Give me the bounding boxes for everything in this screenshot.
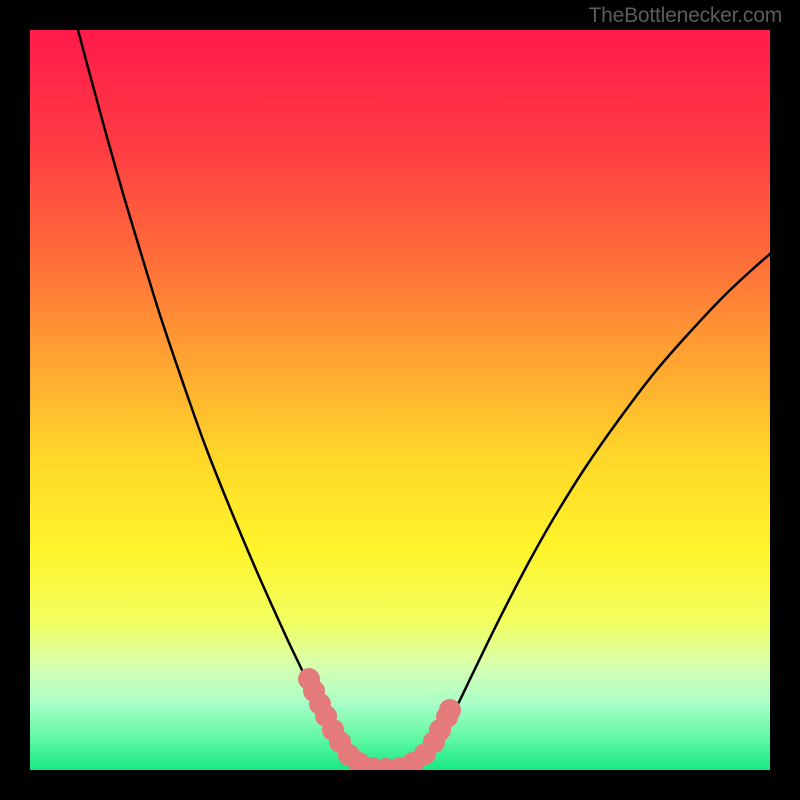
highlight-marker — [439, 699, 461, 721]
chart-svg — [30, 30, 770, 770]
gradient-background — [30, 30, 770, 770]
chart-frame: TheBottlenecker.com — [0, 0, 800, 800]
watermark-text: TheBottlenecker.com — [589, 4, 782, 28]
plot-area — [30, 30, 770, 770]
